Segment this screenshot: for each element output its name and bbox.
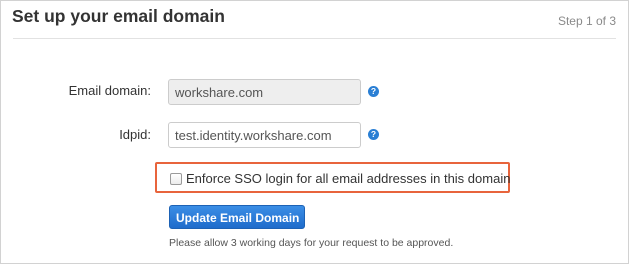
email-domain-help-icon[interactable]: ? — [368, 86, 379, 97]
page-title: Set up your email domain — [12, 6, 225, 26]
email-domain-field[interactable] — [168, 79, 361, 105]
step-indicator: Step 1 of 3 — [557, 14, 616, 28]
email-domain-label: Email domain: — [68, 83, 151, 98]
enforce-sso-label[interactable]: Enforce SSO login for all email addresse… — [186, 171, 510, 186]
idpid-help-icon[interactable]: ? — [368, 129, 379, 140]
update-email-domain-button[interactable]: Update Email Domain — [169, 205, 305, 229]
enforce-sso-highlight: Enforce SSO login for all email addresse… — [155, 162, 510, 193]
panel-header: Set up your email domain Step 1 of 3 — [1, 1, 628, 39]
setup-email-domain-panel: Set up your email domain Step 1 of 3 Ema… — [0, 0, 629, 264]
approval-note: Please allow 3 working days for your req… — [169, 237, 454, 249]
header-divider — [13, 38, 616, 39]
enforce-sso-checkbox[interactable] — [170, 173, 182, 185]
idpid-field[interactable] — [168, 122, 361, 148]
idpid-label: Idpid: — [119, 127, 151, 142]
